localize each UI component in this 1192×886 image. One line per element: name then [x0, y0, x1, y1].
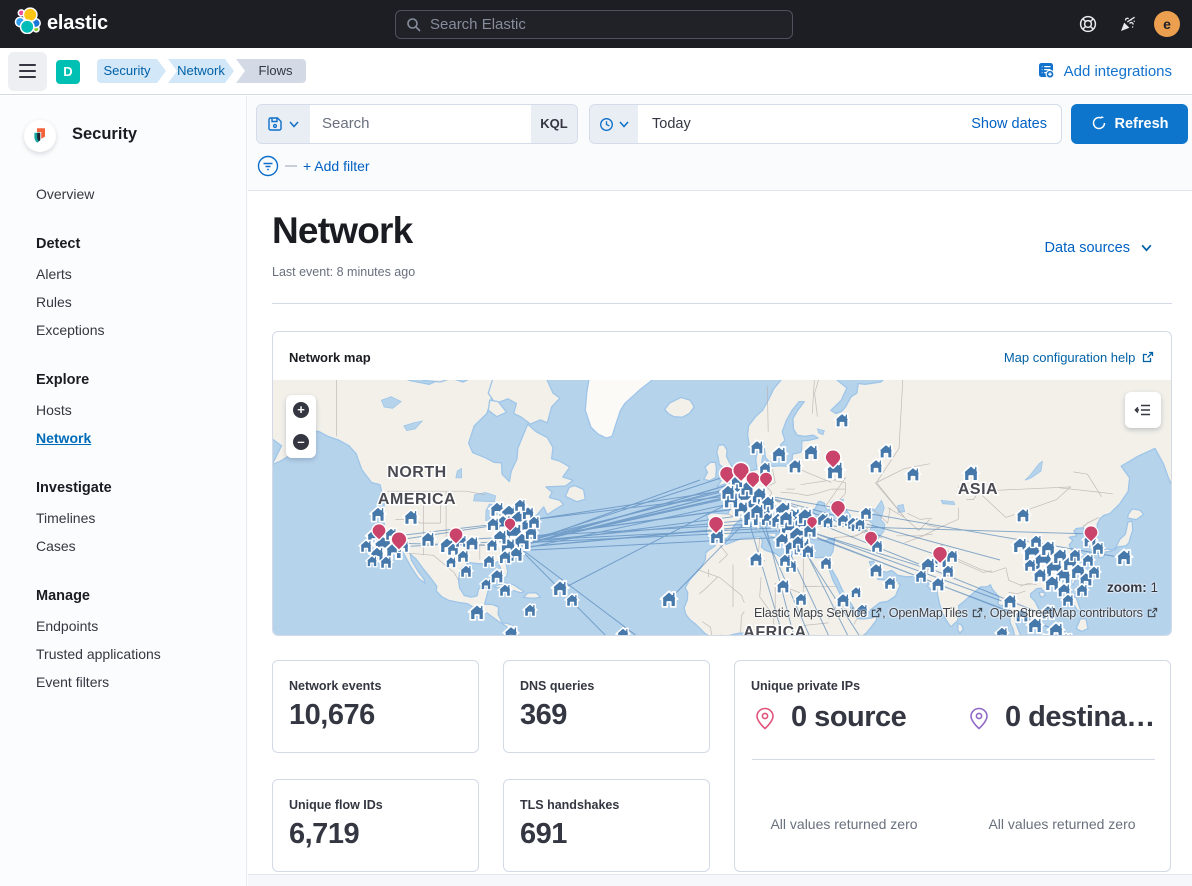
svg-text:ASIA: ASIA [958, 481, 998, 498]
svg-text:AFRICA: AFRICA [743, 624, 806, 635]
svg-text:NORTH: NORTH [387, 464, 446, 481]
svg-text:AMERICA: AMERICA [378, 491, 456, 508]
